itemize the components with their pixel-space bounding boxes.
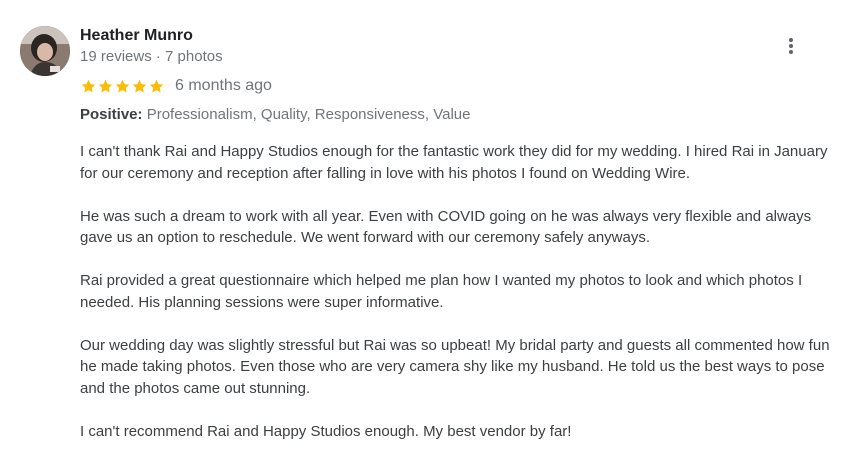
review-paragraph: He was such a dream to work with all yea… <box>80 207 812 247</box>
author-meta: 19 reviews · 7 photos <box>80 48 223 65</box>
review-card: Heather Munro 19 reviews · 7 photos 6 mo… <box>0 0 853 448</box>
review-paragraph: I can't recommend Rai and Happy Studios … <box>80 422 572 440</box>
star-icon <box>98 79 113 93</box>
star-icon <box>115 79 130 93</box>
review-time: 6 months ago <box>175 77 272 94</box>
star-icon <box>132 79 147 93</box>
positive-label: Positive: <box>80 106 143 123</box>
review-paragraph: Our wedding day was slightly stressful b… <box>80 336 830 397</box>
author-name[interactable]: Heather Munro <box>80 26 193 46</box>
review-paragraph: Rai provided a great questionnaire which… <box>80 272 803 311</box>
more-vert-icon <box>789 38 793 54</box>
review-text: I can't thank Rai and Happy Studios enou… <box>80 141 840 464</box>
more-options-button[interactable] <box>778 33 804 59</box>
star-icon <box>81 79 96 93</box>
avatar[interactable] <box>20 26 70 76</box>
positive-values: Professionalism, Quality, Responsiveness… <box>142 106 471 123</box>
rating-row: 6 months ago <box>80 76 272 96</box>
star-icon <box>149 79 164 93</box>
positive-attributes: Positive: Professionalism, Quality, Resp… <box>80 105 470 125</box>
avatar-photo-icon <box>20 26 70 76</box>
review-paragraph: I can't thank Rai and Happy Studios enou… <box>80 143 828 182</box>
star-rating <box>80 78 165 95</box>
